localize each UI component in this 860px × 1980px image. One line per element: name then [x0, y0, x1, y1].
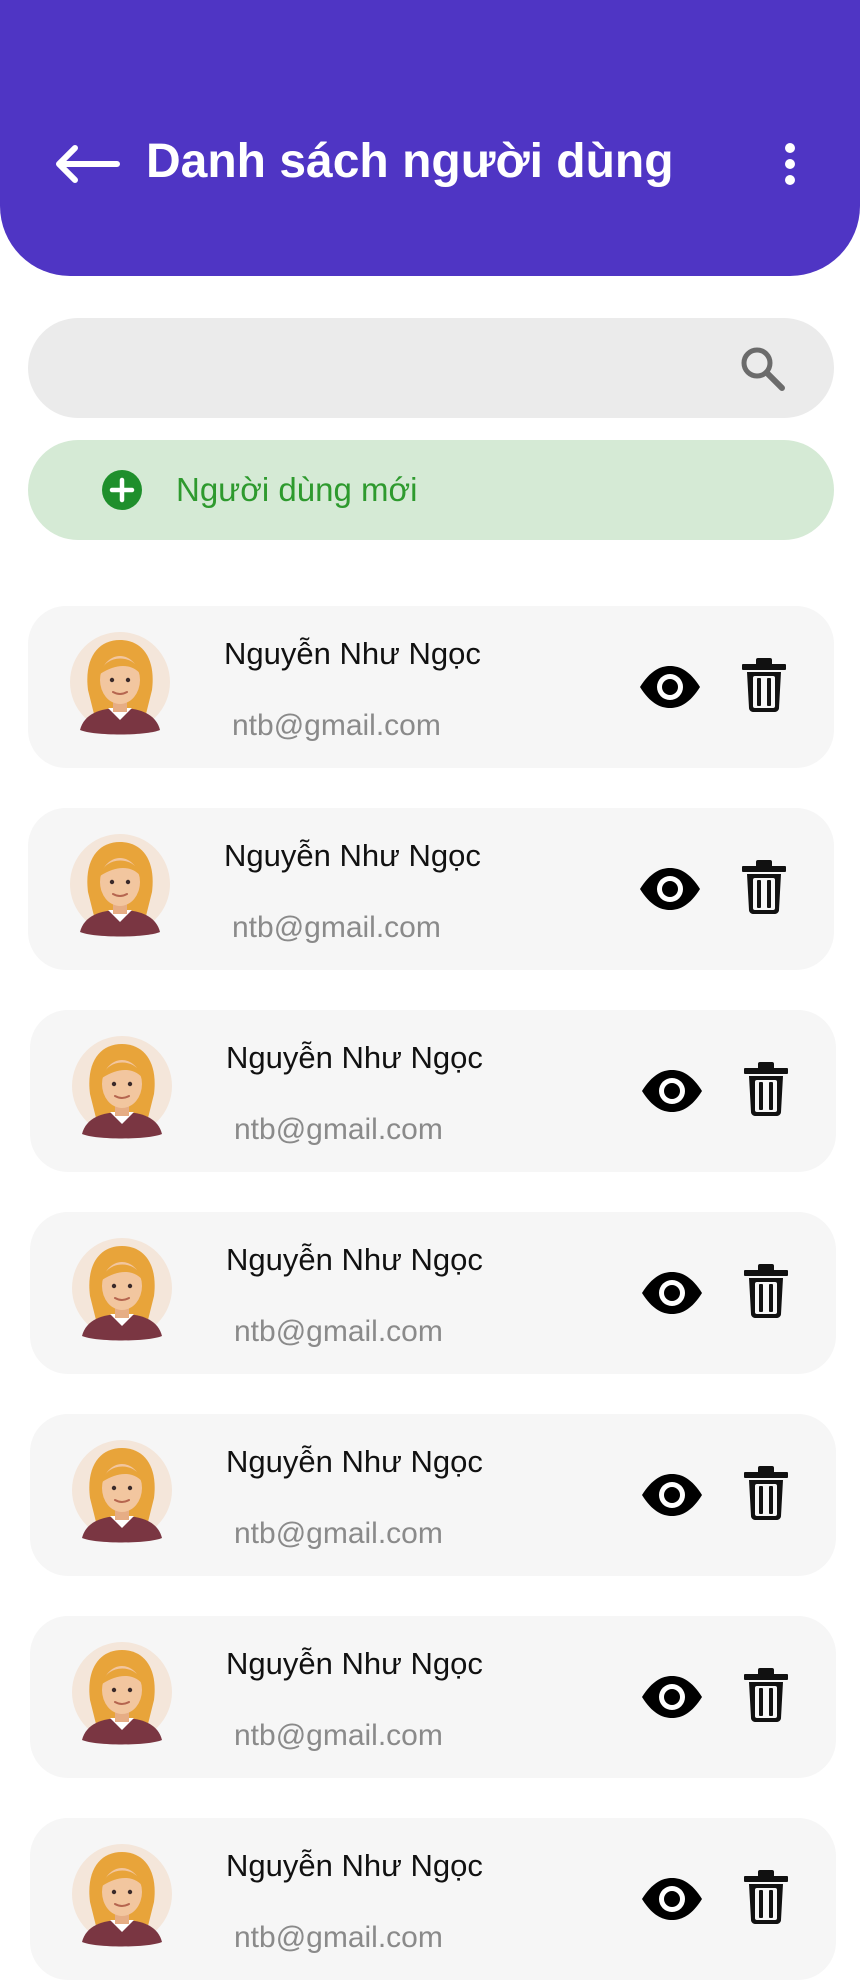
user-card[interactable]: Nguyễn Như Ngọc ntb@gmail.com	[30, 1818, 836, 1980]
arrow-left-icon	[56, 145, 120, 183]
more-options-button[interactable]	[768, 134, 812, 194]
trash-icon[interactable]	[742, 860, 786, 914]
user-card[interactable]: Nguyễn Như Ngọc ntb@gmail.com	[28, 808, 834, 970]
user-card[interactable]: Nguyễn Như Ngọc ntb@gmail.com	[28, 606, 834, 768]
user-name: Nguyễn Như Ngọc	[224, 838, 481, 873]
trash-icon[interactable]	[742, 658, 786, 712]
eye-icon[interactable]	[640, 1066, 704, 1116]
trash-icon[interactable]	[744, 1870, 788, 1924]
user-avatar	[72, 1642, 172, 1745]
user-email: ntb@gmail.com	[234, 1719, 443, 1752]
eye-icon[interactable]	[640, 1268, 704, 1318]
user-card[interactable]: Nguyễn Như Ngọc ntb@gmail.com	[30, 1616, 836, 1778]
user-name: Nguyễn Như Ngọc	[226, 1848, 483, 1883]
user-name: Nguyễn Như Ngọc	[226, 1040, 483, 1075]
user-card[interactable]: Nguyễn Như Ngọc ntb@gmail.com	[30, 1212, 836, 1374]
user-card[interactable]: Nguyễn Như Ngọc ntb@gmail.com	[30, 1414, 836, 1576]
plus-circle-icon	[102, 470, 142, 510]
user-email: ntb@gmail.com	[234, 1113, 443, 1146]
trash-icon[interactable]	[744, 1668, 788, 1722]
page-title: Danh sách người dùng	[146, 135, 674, 188]
user-avatar	[72, 1238, 172, 1341]
search-input[interactable]	[68, 318, 752, 420]
trash-icon[interactable]	[744, 1062, 788, 1116]
user-avatar	[72, 1440, 172, 1543]
more-vertical-icon	[785, 143, 795, 185]
trash-icon[interactable]	[744, 1466, 788, 1520]
new-user-label: Người dùng mới	[176, 471, 418, 508]
user-email: ntb@gmail.com	[234, 1517, 443, 1550]
user-avatar	[72, 1844, 172, 1947]
user-name: Nguyễn Như Ngọc	[224, 636, 481, 671]
user-email: ntb@gmail.com	[232, 911, 441, 944]
user-email: ntb@gmail.com	[232, 709, 441, 742]
user-name: Nguyễn Như Ngọc	[226, 1646, 483, 1681]
eye-icon[interactable]	[638, 864, 702, 914]
user-avatar	[72, 1036, 172, 1139]
search-bar	[28, 318, 834, 420]
user-name: Nguyễn Như Ngọc	[226, 1444, 483, 1479]
eye-icon[interactable]	[638, 662, 702, 712]
eye-icon[interactable]	[640, 1874, 704, 1924]
user-avatar	[70, 632, 170, 735]
user-email: ntb@gmail.com	[234, 1921, 443, 1954]
trash-icon[interactable]	[744, 1264, 788, 1318]
back-button[interactable]	[48, 134, 124, 194]
user-email: ntb@gmail.com	[234, 1315, 443, 1348]
search-icon[interactable]	[738, 344, 788, 394]
user-name: Nguyễn Như Ngọc	[226, 1242, 483, 1277]
user-avatar	[70, 834, 170, 937]
eye-icon[interactable]	[640, 1672, 704, 1722]
eye-icon[interactable]	[640, 1470, 704, 1520]
app-header: Danh sách người dùng	[0, 0, 860, 276]
user-card[interactable]: Nguyễn Như Ngọc ntb@gmail.com	[30, 1010, 836, 1172]
new-user-button[interactable]: Người dùng mới	[28, 440, 834, 540]
